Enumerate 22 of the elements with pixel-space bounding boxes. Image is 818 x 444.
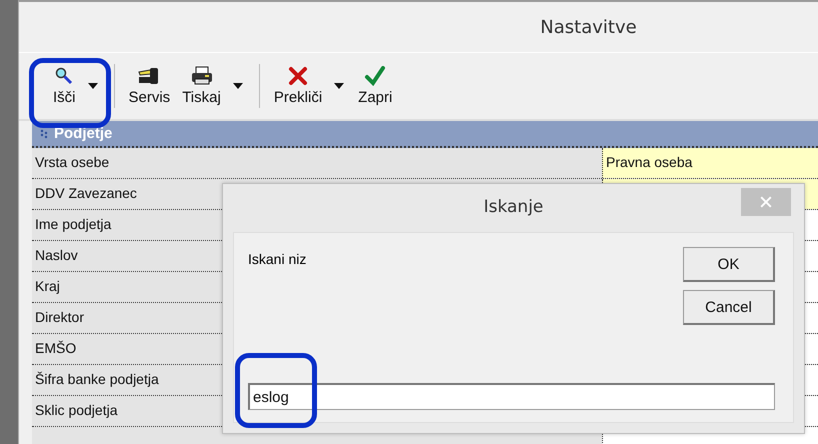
cross-icon <box>286 66 309 86</box>
toolbar-button[interactable]: Išči <box>47 62 82 110</box>
toolbar-button[interactable]: Zapri <box>352 62 398 110</box>
section-title: Podjetje <box>54 125 112 142</box>
toolbar-button[interactable]: Tiskaj <box>176 62 227 110</box>
caret-icon[interactable] <box>88 83 98 89</box>
dialog-button[interactable]: OK <box>683 247 775 282</box>
stapler-icon <box>138 66 160 86</box>
caret-icon[interactable] <box>334 83 344 89</box>
search-input-field[interactable]: eslog <box>248 383 775 410</box>
toolbar-button[interactable]: Prekliči <box>268 62 328 110</box>
close-icon <box>760 196 772 208</box>
printer-icon <box>190 66 212 86</box>
grip-icon <box>40 128 48 138</box>
toolbar-button[interactable]: Servis <box>122 62 176 110</box>
prompt-label: Iskani niz <box>248 251 306 269</box>
window-title: Nastavitve <box>540 16 637 38</box>
checkmark-icon <box>364 66 386 86</box>
property-value[interactable]: Pravna oseba <box>602 148 818 178</box>
caret-icon[interactable] <box>232 83 243 89</box>
dialog-button[interactable]: Cancel <box>683 290 775 325</box>
property-label: Vrsta osebe <box>32 148 602 178</box>
